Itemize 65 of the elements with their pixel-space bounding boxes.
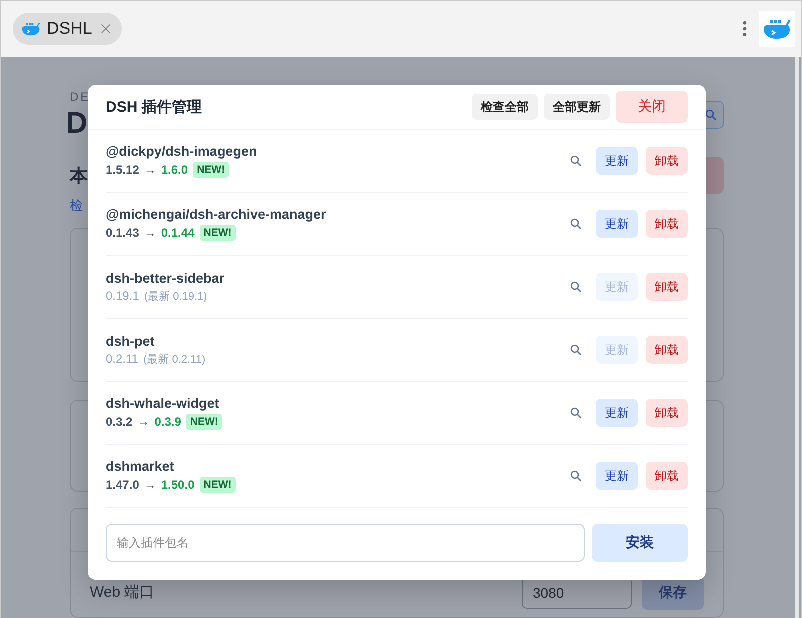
update-button[interactable]: 更新 <box>596 462 638 490</box>
search-icon <box>570 407 582 419</box>
current-version: 0.3.2 <box>106 415 133 429</box>
close-button[interactable]: 关闭 <box>616 91 688 123</box>
search-icon <box>570 344 582 356</box>
plugin-name: dsh-better-sidebar <box>106 270 226 286</box>
scrollbar[interactable] <box>795 57 799 618</box>
plugin-name: dsh-whale-widget <box>106 396 220 411</box>
new-badge: NEW! <box>200 225 236 241</box>
new-badge: NEW! <box>200 477 236 493</box>
search-icon <box>570 155 582 167</box>
update-button[interactable]: 更新 <box>596 210 638 238</box>
search-icon <box>570 218 582 230</box>
new-badge: NEW! <box>193 162 230 178</box>
search-button[interactable] <box>570 155 582 167</box>
search-icon <box>570 281 582 293</box>
uninstall-button[interactable]: 卸载 <box>646 147 688 175</box>
page-eyebrow: DE <box>70 90 91 104</box>
whale-icon <box>21 21 41 37</box>
uninstall-button[interactable]: 卸载 <box>646 462 688 490</box>
current-version: 0.2.11 <box>106 352 138 366</box>
search-button[interactable] <box>570 344 582 356</box>
version-arrow: → <box>144 478 156 492</box>
app-button[interactable] <box>759 11 795 47</box>
search-icon <box>570 470 582 482</box>
version-arrow: → <box>138 415 150 429</box>
latest-version: 1.6.0 <box>161 163 188 177</box>
latest-version: 1.50.0 <box>161 478 195 492</box>
plugin-name: @michengai/dsh-archive-manager <box>106 207 328 222</box>
latest-version: 0.1.44 <box>161 226 195 240</box>
package-input-field[interactable]: 输入插件包名 <box>106 524 585 562</box>
header-button[interactable]: 检查全部 <box>472 94 538 120</box>
current-version: 0.19.1 <box>106 289 140 303</box>
search-icon <box>705 109 717 121</box>
current-version: 1.47.0 <box>106 478 140 492</box>
install-button[interactable]: 安装 <box>592 524 688 562</box>
latest-note: (最新 0.2.11) <box>143 352 206 366</box>
uninstall-button[interactable]: 卸载 <box>646 336 688 364</box>
uninstall-button[interactable]: 卸载 <box>646 273 688 301</box>
section-heading: 本 <box>70 164 88 188</box>
dialog-title: DSH 插件管理 <box>106 98 203 116</box>
new-badge: NEW! <box>186 414 222 430</box>
browser-tab[interactable]: DSHL <box>13 13 122 45</box>
current-version: 0.1.43 <box>106 226 140 240</box>
search-button[interactable] <box>570 407 582 419</box>
latest-version: 0.3.9 <box>154 415 182 429</box>
latest-note: (最新 0.19.1) <box>144 290 208 304</box>
plugin-name: @dickpy/dsh-imagegen <box>106 144 258 159</box>
header-button[interactable]: 全部更新 <box>544 94 610 120</box>
uninstall-button[interactable]: 卸载 <box>646 210 688 238</box>
plugin-name: dshmarket <box>106 459 176 474</box>
update-button[interactable]: 更新 <box>596 399 638 427</box>
whale-icon <box>762 17 792 41</box>
version-arrow: → <box>144 226 156 240</box>
search-button[interactable] <box>570 218 582 230</box>
version-arrow: → <box>144 163 156 177</box>
current-version: 1.5.12 <box>106 163 140 177</box>
plugin-name: dsh-pet <box>106 334 156 348</box>
uninstall-button[interactable]: 卸载 <box>646 399 688 427</box>
search-button[interactable] <box>570 470 582 482</box>
search-button[interactable] <box>570 281 582 293</box>
update-button[interactable]: 更新 <box>596 147 638 175</box>
setting-label: Web 端口 <box>90 583 156 602</box>
tab-title: DSHL <box>47 19 92 39</box>
page-title: D <box>66 106 89 142</box>
